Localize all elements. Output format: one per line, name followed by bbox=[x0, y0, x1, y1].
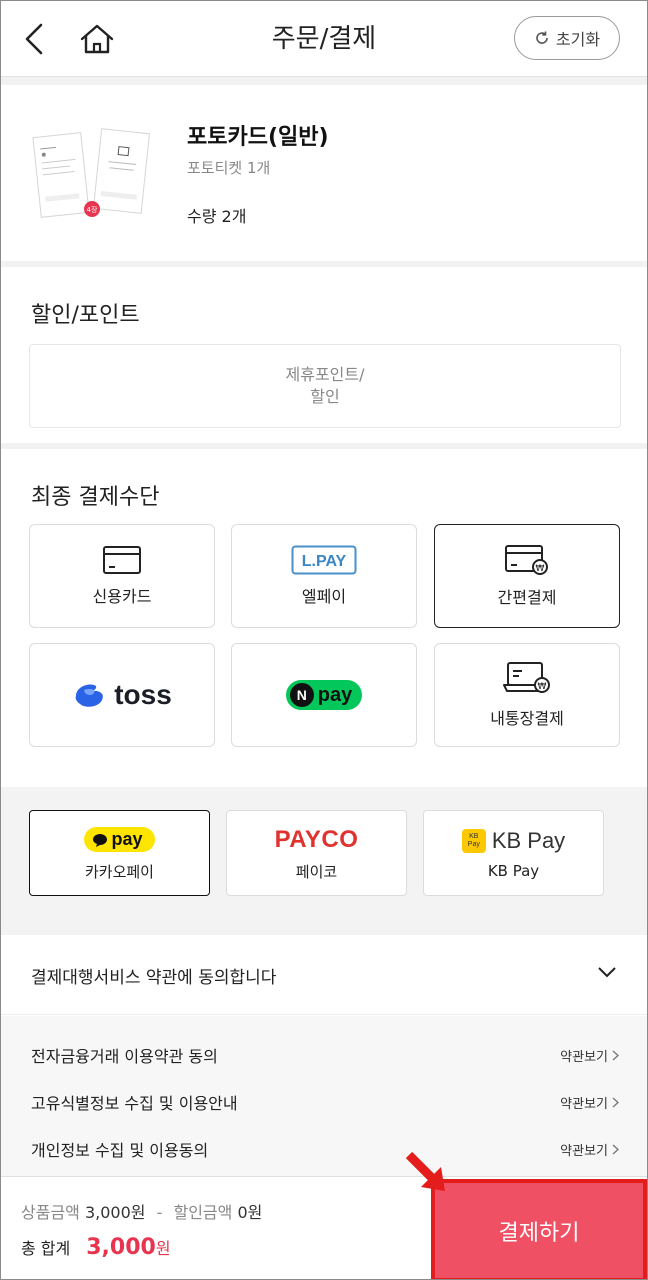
header-bar: 주문/결제 초기화 bbox=[1, 1, 647, 77]
toss-logo-text: toss bbox=[114, 679, 172, 710]
pay-bank-account[interactable]: ₩ 내통장결제 bbox=[434, 643, 620, 747]
npay-n-icon: N bbox=[289, 683, 314, 707]
terms-list: 전자금융거래 이용약관 동의 약관보기 고유식별정보 수집 및 이용안내 약관보… bbox=[1, 1016, 647, 1186]
payco-label: 페이코 bbox=[295, 862, 338, 881]
product-thumbnail: 4장 bbox=[31, 125, 151, 225]
term-row: 고유식별정보 수집 및 이용안내 약관보기 bbox=[31, 1087, 619, 1117]
reset-label: 초기화 bbox=[555, 30, 601, 49]
pay-credit-card-label: 신용카드 bbox=[92, 587, 152, 606]
kbpay-logo: KB Pay KB Pay bbox=[461, 826, 566, 856]
badge-text: 4장 bbox=[87, 205, 98, 214]
payco-logo-text: PAYCO bbox=[274, 825, 359, 853]
view-terms-label: 약관보기 bbox=[560, 1049, 608, 1065]
lpay-logo-text: L.PAY bbox=[302, 553, 347, 570]
reset-button[interactable]: 초기화 bbox=[514, 16, 620, 60]
total-amount-value: 3,000 bbox=[86, 1235, 156, 1260]
chevron-right-icon bbox=[612, 1143, 619, 1155]
kbpay-logo-text: KB Pay bbox=[491, 828, 566, 853]
agreement-toggle[interactable]: 결제대행서비스 약관에 동의합니다 bbox=[1, 935, 647, 1015]
view-terms-link[interactable]: 약관보기 bbox=[560, 1046, 619, 1065]
pay-toss[interactable]: toss bbox=[29, 643, 215, 747]
total-amount: 3,000원 bbox=[86, 1235, 170, 1260]
partner-points-button[interactable]: 제휴포인트/ 할인 bbox=[29, 344, 621, 428]
product-section: 4장 포토카드(일반) 포토티켓 1개 수량 2개 bbox=[1, 85, 647, 261]
pay-lpay[interactable]: L.PAY 엘페이 bbox=[231, 524, 417, 628]
total-label: 총 합계 bbox=[21, 1239, 71, 1258]
discount-section: 할인/포인트 제휴포인트/ 할인 bbox=[1, 267, 647, 443]
product-name: 포토카드(일반) bbox=[187, 125, 329, 150]
partner-points-line1: 제휴포인트/ bbox=[285, 365, 365, 384]
footer-bar: 상품금액 3,000원 - 할인금액 0원 총 합계 3,000원 결제하기 bbox=[1, 1176, 647, 1279]
credit-card-icon bbox=[103, 546, 141, 574]
svg-text:₩: ₩ bbox=[538, 682, 547, 692]
term-title: 고유식별정보 수집 및 이용안내 bbox=[31, 1094, 238, 1113]
chevron-right-icon bbox=[612, 1096, 619, 1108]
view-terms-link[interactable]: 약관보기 bbox=[560, 1140, 619, 1159]
kbpay-icon: KB Pay bbox=[461, 829, 486, 853]
refresh-icon bbox=[536, 31, 548, 44]
red-arrow-icon bbox=[405, 1151, 445, 1191]
kbpay-button[interactable]: KB Pay KB Pay KB Pay bbox=[423, 810, 604, 896]
payco-logo: PAYCO bbox=[275, 825, 359, 855]
kakaopay-logo-text: pay bbox=[111, 829, 143, 849]
svg-text:₩: ₩ bbox=[536, 564, 545, 574]
easy-pay-options: pay 카카오페이 PAYCO 페이코 KB Pay KB Pay KB Pay bbox=[1, 787, 647, 935]
term-title: 전자금융거래 이용약관 동의 bbox=[31, 1047, 218, 1066]
view-terms-link[interactable]: 약관보기 bbox=[560, 1093, 619, 1112]
discount-amount-label: 할인금액 bbox=[173, 1203, 233, 1222]
term-row: 개인정보 수집 및 이용동의 약관보기 bbox=[31, 1134, 619, 1164]
pay-naverpay[interactable]: N pay bbox=[231, 643, 417, 747]
kakaopay-label: 카카오페이 bbox=[84, 862, 154, 881]
easy-pay-card-icon: ₩ bbox=[505, 545, 548, 575]
product-option: 포토티켓 1개 bbox=[187, 159, 271, 177]
lpay-logo: L.PAY bbox=[291, 545, 357, 575]
agreement-header: 결제대행서비스 약관에 동의합니다 bbox=[31, 968, 277, 988]
chevron-right-icon bbox=[612, 1049, 619, 1061]
partner-points-line2: 할인 bbox=[310, 387, 340, 406]
payco-button[interactable]: PAYCO 페이코 bbox=[226, 810, 407, 896]
view-terms-label: 약관보기 bbox=[560, 1096, 608, 1112]
npay-logo-text: pay bbox=[317, 683, 353, 706]
amount-separator: - bbox=[156, 1203, 163, 1222]
term-title: 개인정보 수집 및 이용동의 bbox=[31, 1141, 209, 1160]
total-summary: 총 합계 3,000원 bbox=[21, 1235, 171, 1260]
total-amount-unit: 원 bbox=[155, 1239, 171, 1258]
discount-amount: 0원 bbox=[237, 1203, 263, 1222]
toss-logo-icon bbox=[75, 684, 104, 707]
product-amount: 3,000원 bbox=[84, 1203, 146, 1222]
pay-credit-card[interactable]: 신용카드 bbox=[29, 524, 215, 628]
kakaopay-button[interactable]: pay 카카오페이 bbox=[29, 810, 210, 896]
term-row: 전자금융거래 이용약관 동의 약관보기 bbox=[31, 1040, 619, 1070]
pay-bank-account-label: 내통장결제 bbox=[490, 709, 564, 728]
checkout-button[interactable]: 결제하기 bbox=[431, 1179, 647, 1279]
product-amount-label: 상품금액 bbox=[21, 1203, 80, 1222]
view-terms-label: 약관보기 bbox=[560, 1143, 608, 1159]
pay-easy-payment-label: 간편결제 bbox=[497, 588, 557, 607]
payment-title: 최종 결제수단 bbox=[31, 485, 160, 510]
speech-bubble-icon bbox=[93, 833, 108, 847]
kbpay-label: KB Pay bbox=[487, 862, 540, 880]
kakaopay-logo: pay bbox=[84, 825, 155, 855]
discount-title: 할인/포인트 bbox=[31, 303, 140, 328]
chevron-down-icon bbox=[598, 967, 616, 978]
pay-lpay-label: 엘페이 bbox=[301, 587, 347, 606]
payment-section: 최종 결제수단 신용카드 L.PAY 엘페이 ₩ 간편결제 toss N pay… bbox=[1, 449, 647, 781]
toss-logo: toss bbox=[72, 679, 172, 711]
amount-summary: 상품금액 3,000원 - 할인금액 0원 bbox=[21, 1199, 262, 1223]
bank-account-icon: ₩ bbox=[503, 662, 550, 693]
product-quantity: 수량 2개 bbox=[187, 207, 247, 226]
pay-easy-payment[interactable]: ₩ 간편결제 bbox=[434, 524, 620, 628]
screen: 주문/결제 초기화 4장 포토카드(일반) 포토티켓 1개 수량 2개 할인/포… bbox=[0, 0, 648, 1280]
npay-logo: N pay bbox=[285, 680, 363, 710]
divider bbox=[1, 77, 647, 85]
